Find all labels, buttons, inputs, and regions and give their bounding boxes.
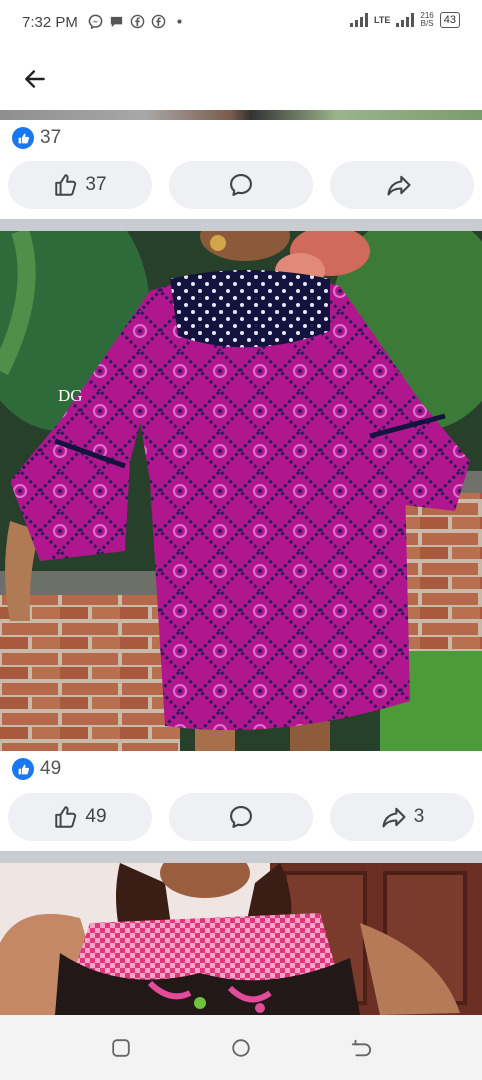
reaction-count: 37 [40,127,62,148]
more-dot-icon [177,19,182,24]
post-divider [0,851,482,863]
status-right: LTE 216 B/S 43 [350,12,460,28]
thumbs-up-icon [55,174,77,196]
share-count: 3 [413,806,425,827]
home-icon[interactable] [230,1037,252,1059]
reaction-count: 49 [40,758,62,779]
system-nav-bar [0,1015,482,1080]
comment-icon [230,174,252,196]
previous-photo-edge [0,110,482,120]
share-icon [382,807,406,828]
like-button-label: 37 [85,174,107,195]
thumbs-up-icon [55,806,77,828]
like-button[interactable]: 37 [8,161,152,209]
like-button-label: 49 [85,806,107,827]
post-1-reactions[interactable]: 37 [0,120,482,156]
post-1-actions: 37 [0,156,482,216]
status-time: 7:32 PM [22,14,78,31]
post-2-photo[interactable]: DG [0,231,482,751]
like-button[interactable]: 49 [8,793,152,841]
signal-icon-2 [396,13,415,27]
dress-photo-2 [0,863,482,1015]
data-speed: 216 B/S [420,11,434,28]
signal-icon [350,13,369,27]
top-bar [0,48,482,110]
share-button[interactable]: 3 [330,793,474,841]
facebook-icon [130,14,145,29]
share-button[interactable] [330,161,474,209]
post-divider [0,219,482,231]
like-reaction-icon [12,127,34,149]
comment-button[interactable] [169,161,313,209]
facebook-icon [151,14,166,29]
network-type: LTE [374,15,391,25]
post-2-actions: 49 3 [0,788,482,848]
notification-icons [88,14,187,29]
messenger-icon [88,14,103,29]
battery-indicator: 43 [439,12,460,28]
recents-icon[interactable] [110,1037,132,1059]
comment-button[interactable] [169,793,313,841]
like-reaction-icon [12,758,34,780]
arrow-left-icon[interactable] [22,66,48,92]
chat-icon [110,16,123,28]
photo-watermark: DG [58,386,83,405]
post-3-photo[interactable] [0,863,482,1015]
dress-photo: DG [0,231,482,751]
post-2-reactions[interactable]: 49 [0,751,482,787]
back-icon[interactable] [350,1037,372,1059]
status-bar: 7:32 PM LTE 216 B/S 43 [0,0,482,48]
share-icon [387,175,411,196]
comment-icon [230,806,252,828]
